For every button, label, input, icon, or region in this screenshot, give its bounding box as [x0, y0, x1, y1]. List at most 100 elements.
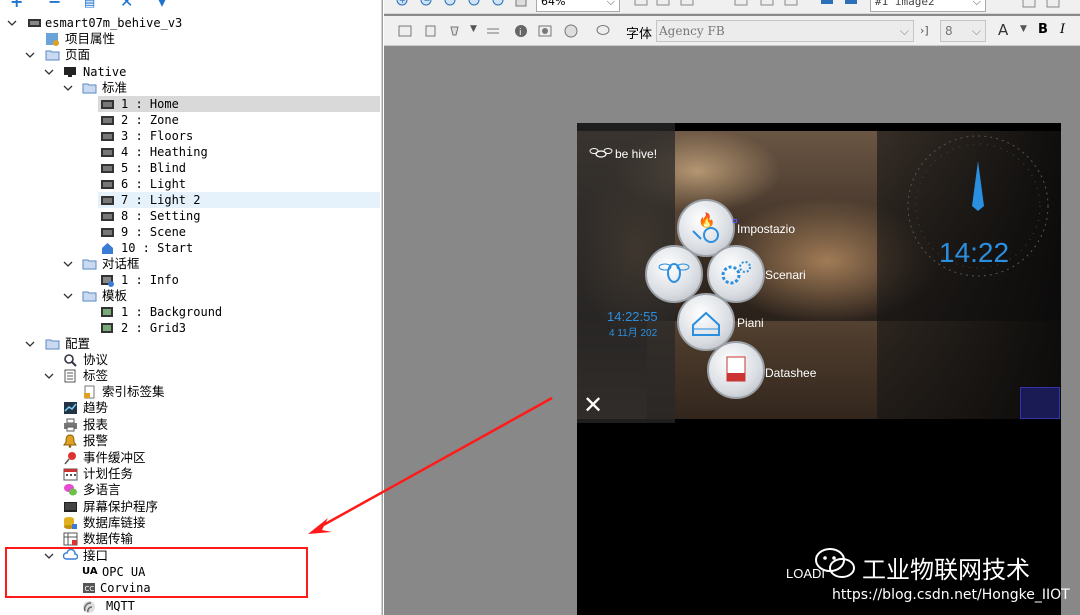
tag-list-icon — [63, 369, 78, 383]
tree-page-item-label: 5 : Blind — [121, 161, 187, 175]
templates-label: 模板 — [102, 288, 128, 303]
tree-dialog-item[interactable]: 1 : Info — [0, 272, 380, 288]
scheduler-label: 计划任务 — [83, 466, 134, 481]
tree-standard[interactable]: 标准 — [0, 80, 380, 96]
tree-page-item-label: 9 : Scene — [121, 225, 187, 239]
frame-icon[interactable] — [398, 24, 412, 38]
table-icon — [63, 532, 78, 546]
chevron-down-icon[interactable] — [24, 49, 36, 61]
chevron-down-icon[interactable] — [62, 82, 74, 94]
layer-down-icon[interactable] — [844, 0, 858, 8]
template-icon — [100, 305, 115, 319]
italic-icon[interactable]: I — [1060, 22, 1074, 37]
remove-icon[interactable]: − — [48, 0, 61, 10]
widget-name-select[interactable]: #1 image2 ⌵ — [870, 0, 986, 12]
zoom-select[interactable]: 64% ⌵ — [536, 0, 620, 12]
line-style-icon[interactable] — [486, 24, 500, 38]
tree-template-item-label: 1 : Background — [121, 305, 223, 319]
document-icon — [82, 385, 97, 399]
comment-icon[interactable] — [596, 24, 610, 38]
align-left-icon[interactable] — [634, 0, 648, 8]
device-preview[interactable]: be hive! 14:22 14:22:55 4 11月 202 🔥 Impo… — [577, 123, 1061, 615]
fill-icon[interactable] — [448, 24, 462, 38]
layer-up-icon[interactable] — [820, 0, 834, 8]
tree-page-item[interactable]: 5 : Blind — [0, 160, 380, 176]
tree-project-props[interactable]: 项目属性 — [0, 31, 380, 47]
eraser-icon[interactable] — [564, 24, 578, 38]
chevron-down-icon[interactable] — [43, 66, 55, 78]
datasheet-hex-button[interactable] — [707, 341, 765, 399]
selected-widget[interactable] — [1020, 387, 1060, 419]
group-icon[interactable] — [734, 0, 748, 8]
chevron-down-icon: ⌵ — [606, 0, 615, 8]
tree-page-item[interactable]: 4 : Heathing — [0, 144, 380, 160]
add-icon[interactable]: + — [10, 0, 23, 10]
move-down-icon[interactable]: ▾ — [158, 0, 166, 10]
chevron-down-icon[interactable] — [24, 338, 36, 350]
tree-config[interactable]: 配置 — [0, 336, 380, 352]
image-icon[interactable] — [538, 24, 552, 38]
properties-icon[interactable]: ▤ — [84, 0, 95, 10]
font-size-select[interactable]: 8 ⌵ — [940, 20, 986, 42]
close-icon[interactable]: ✕ — [583, 393, 603, 417]
tree-template-item[interactable]: 1 : Background — [0, 304, 380, 320]
delete-icon[interactable]: ✕ — [120, 0, 133, 10]
align-center-icon[interactable] — [656, 0, 670, 8]
tree-page-item[interactable]: 6 : Light — [0, 176, 380, 192]
tree-page-item-label: 6 : Light — [121, 177, 187, 191]
svg-text:+: + — [399, 0, 406, 5]
grid-icon[interactable] — [1046, 0, 1060, 8]
widget-name-value: #1 image2 — [875, 0, 935, 8]
tree-tags[interactable]: 标签 — [0, 368, 380, 384]
info-icon[interactable]: i — [514, 24, 528, 38]
font-color-icon[interactable]: A — [998, 21, 1012, 39]
folder-open-icon — [82, 81, 97, 95]
tree-toolbar: + − ▤ ✕ ▾ — [0, 0, 382, 14]
distribute-icon[interactable] — [680, 0, 694, 8]
zoom-page-icon[interactable] — [468, 0, 482, 8]
zoom-fit-icon[interactable] — [444, 0, 458, 8]
tree-templates[interactable]: 模板 — [0, 288, 380, 304]
tree-page-item[interactable]: 9 : Scene — [0, 224, 380, 240]
tree-page-item[interactable]: 10 : Start — [0, 240, 380, 256]
font-family-select[interactable]: Agency FB ⌵ — [656, 20, 914, 42]
zoom-select-icon[interactable] — [492, 0, 506, 8]
tree-page-item[interactable]: 7 : Light 2 — [0, 192, 380, 208]
clock-digital: 14:22 — [939, 237, 1010, 268]
copy-icon[interactable] — [424, 24, 438, 38]
tree-page-item[interactable]: 2 : Zone — [0, 112, 380, 128]
ungroup-icon[interactable] — [760, 0, 774, 8]
chevron-down-icon[interactable]: ▼ — [470, 24, 484, 38]
tree-page-item[interactable]: 8 : Setting — [0, 208, 380, 224]
properties-icon[interactable] — [1022, 0, 1036, 8]
tree-mqtt[interactable]: MQTT — [0, 598, 380, 614]
tree-dialogs[interactable]: 对话框 — [0, 256, 380, 272]
folder-open-icon — [82, 289, 97, 303]
tree-template-item[interactable]: 2 : Grid3 — [0, 320, 380, 336]
dialog-icon — [100, 273, 115, 287]
svg-text:🔥: 🔥 — [698, 212, 715, 229]
wechat-logo — [814, 546, 858, 585]
chevron-down-icon[interactable]: ▼ — [1020, 24, 1034, 38]
chevron-down-icon[interactable] — [6, 17, 18, 29]
chevron-down-icon[interactable] — [62, 258, 74, 270]
reports-label: 报表 — [83, 417, 109, 432]
tree-dialog-item-label: 1 : Info — [121, 273, 179, 287]
pages-label: 页面 — [65, 47, 91, 62]
tree-native[interactable]: Native — [0, 64, 380, 80]
tree-protocol[interactable]: 协议 — [0, 352, 380, 368]
text-direction-icon[interactable]: ›] — [920, 24, 934, 38]
tree-pages[interactable]: 页面 — [0, 47, 380, 63]
hand-icon[interactable] — [514, 0, 528, 8]
font-family-value: Agency FB — [659, 24, 725, 38]
tree-page-item[interactable]: 1 : Home — [0, 96, 380, 112]
chevron-down-icon[interactable] — [43, 370, 55, 382]
tree-root[interactable]: esmart07m_behive_v3 — [0, 15, 380, 31]
chevron-down-icon[interactable] — [62, 290, 74, 302]
zoom-out-icon[interactable]: − — [420, 0, 434, 8]
watermark-title: 工业物联网技术 — [862, 556, 1030, 584]
order-icon[interactable] — [784, 0, 798, 8]
zoom-in-icon[interactable]: + — [396, 0, 410, 8]
bold-icon[interactable]: B — [1038, 22, 1052, 37]
tree-page-item[interactable]: 3 : Floors — [0, 128, 380, 144]
